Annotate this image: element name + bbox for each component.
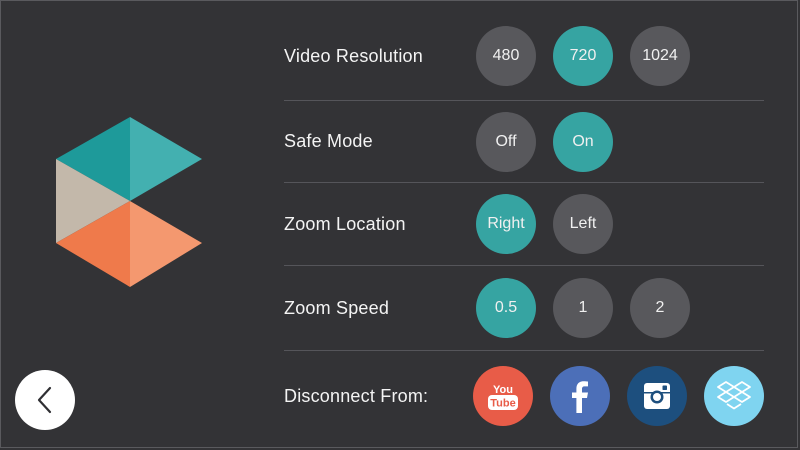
chevron-left-icon — [37, 386, 52, 414]
option-left-button[interactable]: Left — [553, 194, 613, 254]
option-480-button[interactable]: 480 — [476, 26, 536, 86]
instagram-disconnect-button[interactable] — [627, 366, 687, 426]
svg-text:Tube: Tube — [490, 398, 515, 410]
option-group: 480 720 1024 — [476, 26, 690, 86]
option-off-button[interactable]: Off — [476, 111, 536, 172]
setting-row-zoom-speed: Zoom Speed 0.5 1 2 — [284, 266, 764, 351]
svg-text:You: You — [493, 384, 513, 396]
app-logo — [56, 117, 202, 287]
instagram-icon — [644, 383, 670, 409]
option-group: Right Left — [476, 194, 613, 254]
setting-row-zoom-location: Zoom Location Right Left — [284, 183, 764, 266]
setting-row-video-resolution: Video Resolution 480 720 1024 — [284, 12, 764, 101]
option-1-button[interactable]: 1 — [553, 278, 613, 338]
option-group: Off On — [476, 111, 613, 172]
option-right-button[interactable]: Right — [476, 194, 536, 254]
setting-label: Zoom Location — [284, 213, 406, 234]
option-group: 0.5 1 2 — [476, 278, 690, 338]
setting-row-disconnect: Disconnect From: You Tube — [284, 351, 764, 441]
youtube-disconnect-button[interactable]: You Tube — [473, 366, 533, 426]
option-on-button[interactable]: On — [553, 111, 613, 172]
option-2-button[interactable]: 2 — [630, 278, 690, 338]
facebook-icon — [572, 381, 588, 413]
setting-label: Safe Mode — [284, 131, 373, 151]
option-0-5-button[interactable]: 0.5 — [476, 278, 536, 338]
settings-list: Video Resolution 480 720 1024 Safe Mode … — [284, 12, 764, 441]
back-button[interactable] — [15, 370, 75, 430]
youtube-icon: You Tube — [488, 384, 518, 410]
setting-label: Zoom Speed — [284, 297, 390, 318]
option-1024-button[interactable]: 1024 — [630, 26, 690, 86]
setting-label: Video Resolution — [284, 45, 423, 66]
setting-row-safe-mode: Safe Mode Off On — [284, 101, 764, 183]
social-service-group: You Tube — [473, 366, 764, 426]
option-720-button[interactable]: 720 — [553, 26, 613, 86]
dropbox-icon — [717, 381, 751, 410]
disconnect-label: Disconnect From: — [284, 385, 429, 406]
facebook-disconnect-button[interactable] — [550, 366, 610, 426]
dropbox-disconnect-button[interactable] — [704, 366, 764, 426]
